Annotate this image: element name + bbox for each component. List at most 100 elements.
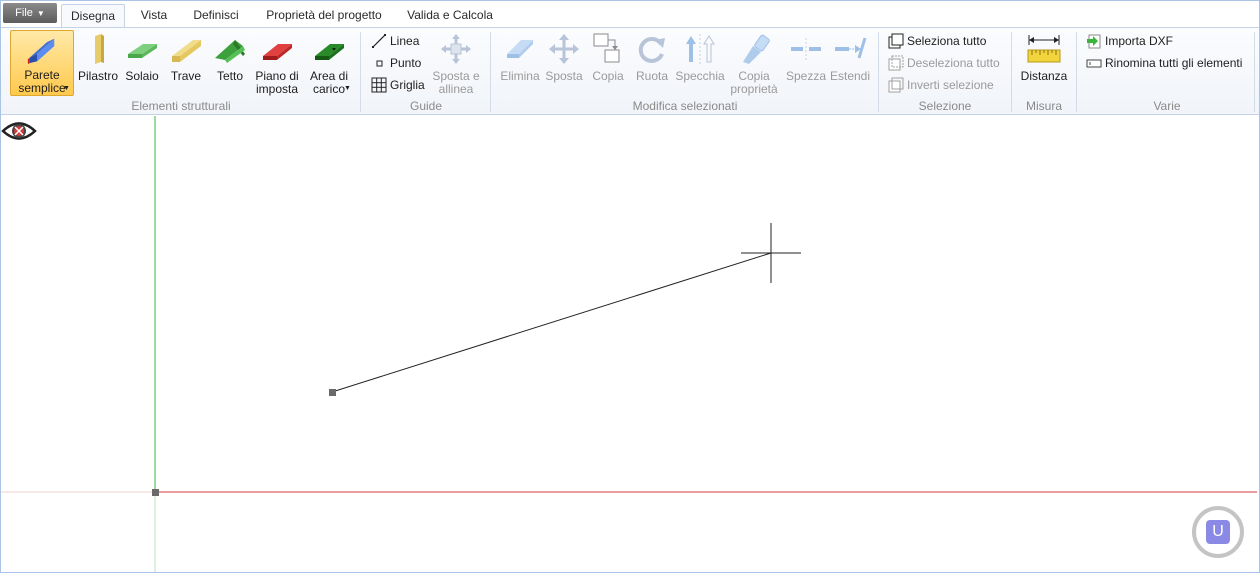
area-carico-label: Area di carico bbox=[309, 69, 349, 96]
tetto-button[interactable]: Tetto bbox=[211, 30, 249, 96]
group-separator bbox=[1011, 32, 1012, 112]
eraser-icon bbox=[507, 40, 533, 58]
dropdown-arrow-icon: ▼ bbox=[344, 85, 351, 92]
elimina-button[interactable]: Elimina bbox=[499, 30, 541, 96]
format-painter-icon bbox=[743, 34, 770, 64]
spezza-label: Spezza bbox=[785, 69, 827, 83]
tab-definisci[interactable]: Definisci bbox=[187, 4, 245, 28]
group-label-guide: Guide bbox=[409, 99, 443, 113]
crosshair-cursor bbox=[741, 223, 801, 283]
spezza-button[interactable]: Spezza bbox=[785, 30, 827, 96]
move-align-icon bbox=[441, 34, 471, 64]
seleziona-tutto-label: Seleziona tutto bbox=[907, 34, 987, 48]
estendi-button[interactable]: Estendi bbox=[829, 30, 871, 96]
base-plane-icon bbox=[263, 44, 292, 60]
visibility-eye-icon[interactable] bbox=[1, 116, 37, 146]
group-separator bbox=[1076, 32, 1077, 112]
punto-button[interactable]: Punto bbox=[371, 54, 421, 72]
tab-valida-calcola[interactable]: Valida e Calcola bbox=[401, 4, 499, 28]
group-separator bbox=[490, 32, 491, 112]
specchia-button[interactable]: Specchia bbox=[674, 30, 726, 96]
copia-button[interactable]: Copia bbox=[589, 30, 627, 96]
group-label-selezione: Selezione bbox=[918, 99, 972, 113]
tetto-label: Tetto bbox=[216, 69, 243, 83]
extend-icon bbox=[835, 37, 867, 59]
trave-label: Trave bbox=[170, 69, 202, 83]
mirror-icon bbox=[686, 34, 715, 64]
copia-proprieta-button[interactable]: Copia proprietà bbox=[727, 30, 781, 96]
roof-icon bbox=[215, 40, 245, 63]
rename-icon bbox=[1086, 59, 1102, 68]
linea-label: Linea bbox=[390, 34, 420, 48]
chevron-down-icon: ▼ bbox=[36, 8, 45, 18]
seleziona-tutto-button[interactable]: Seleziona tutto bbox=[888, 32, 986, 50]
ruota-label: Ruota bbox=[635, 69, 669, 83]
linea-button[interactable]: Linea bbox=[371, 32, 419, 50]
split-icon bbox=[791, 38, 821, 60]
app-window: File ▼ Disegna Vista Definisci Proprietà… bbox=[0, 0, 1260, 573]
trave-button[interactable]: Trave bbox=[167, 30, 205, 96]
inverti-selezione-button[interactable]: Inverti selezione bbox=[888, 76, 994, 94]
sposta-allinea-button[interactable]: Sposta e allinea bbox=[429, 30, 483, 96]
elimina-label: Elimina bbox=[500, 69, 540, 83]
group-separator bbox=[360, 32, 361, 112]
griglia-button[interactable]: Griglia bbox=[371, 76, 425, 94]
importa-dxf-button[interactable]: Importa DXF bbox=[1086, 32, 1173, 50]
tab-proprieta-progetto[interactable]: Proprietà del progetto bbox=[258, 4, 390, 28]
ribbon-panel: Parete semplice Pilastro Solaio Trave Te… bbox=[1, 27, 1259, 115]
griglia-label: Griglia bbox=[390, 78, 425, 92]
origin-marker[interactable] bbox=[152, 489, 159, 496]
pilastro-label: Pilastro bbox=[77, 69, 118, 83]
deselect-all-icon bbox=[888, 55, 904, 71]
dropdown-arrow-icon: ▼ bbox=[63, 85, 70, 92]
import-icon bbox=[1087, 34, 1101, 49]
distanza-button[interactable]: Distanza bbox=[1017, 30, 1071, 96]
column-icon bbox=[95, 34, 104, 64]
copy-icon bbox=[593, 33, 620, 63]
ruota-button[interactable]: Ruota bbox=[633, 30, 671, 96]
invert-selection-icon bbox=[888, 77, 904, 93]
group-label-modifica-selezionati: Modifica selezionati bbox=[632, 99, 738, 113]
distanza-label: Distanza bbox=[1020, 69, 1068, 83]
parete-semplice-label: Parete semplice bbox=[18, 68, 66, 95]
load-area-icon bbox=[315, 44, 344, 60]
piano-imposta-button[interactable]: Piano di imposta bbox=[251, 30, 303, 96]
pilastro-button[interactable]: Pilastro bbox=[77, 30, 119, 96]
copia-label: Copia bbox=[592, 69, 624, 83]
grid-icon bbox=[371, 77, 387, 93]
tab-disegna[interactable]: Disegna bbox=[61, 4, 125, 28]
sposta-label: Sposta bbox=[545, 69, 583, 83]
file-menu-button[interactable]: File ▼ bbox=[3, 3, 57, 23]
ribbon-tab-bar: File ▼ Disegna Vista Definisci Proprietà… bbox=[1, 1, 1259, 28]
tab-vista[interactable]: Vista bbox=[133, 4, 175, 28]
select-all-icon bbox=[888, 33, 904, 49]
drawing-canvas[interactable]: U bbox=[1, 116, 1259, 572]
line-icon bbox=[372, 34, 386, 48]
group-separator bbox=[878, 32, 879, 112]
rinomina-elementi-label: Rinomina tutti gli elementi bbox=[1105, 56, 1243, 70]
rotate-icon bbox=[638, 36, 665, 63]
drawing-surface[interactable] bbox=[1, 116, 1259, 572]
wall-icon bbox=[27, 38, 55, 65]
group-separator bbox=[1254, 32, 1255, 112]
user-badge-button[interactable]: U bbox=[1191, 505, 1245, 559]
ruler-icon bbox=[1027, 35, 1061, 63]
specchia-label: Specchia bbox=[675, 69, 725, 83]
rinomina-elementi-button[interactable]: Rinomina tutti gli elementi bbox=[1086, 54, 1242, 72]
sposta-button[interactable]: Sposta bbox=[543, 30, 585, 96]
slab-icon bbox=[128, 44, 157, 58]
deseleziona-tutto-label: Deseleziona tutto bbox=[907, 56, 1000, 70]
deseleziona-tutto-button[interactable]: Deseleziona tutto bbox=[888, 54, 1000, 72]
estendi-label: Estendi bbox=[829, 69, 871, 83]
solaio-button[interactable]: Solaio bbox=[123, 30, 161, 96]
group-label-varie: Varie bbox=[1153, 99, 1181, 113]
copia-proprieta-label: Copia proprietà bbox=[730, 69, 778, 96]
solaio-label: Solaio bbox=[125, 69, 159, 83]
punto-label: Punto bbox=[390, 56, 422, 70]
importa-dxf-label: Importa DXF bbox=[1105, 34, 1174, 48]
line-start-point[interactable] bbox=[329, 389, 336, 396]
move-icon bbox=[549, 34, 579, 64]
piano-imposta-label: Piano di imposta bbox=[255, 69, 299, 96]
sposta-allinea-label: Sposta e allinea bbox=[432, 69, 480, 96]
inverti-selezione-label: Inverti selezione bbox=[907, 78, 994, 92]
